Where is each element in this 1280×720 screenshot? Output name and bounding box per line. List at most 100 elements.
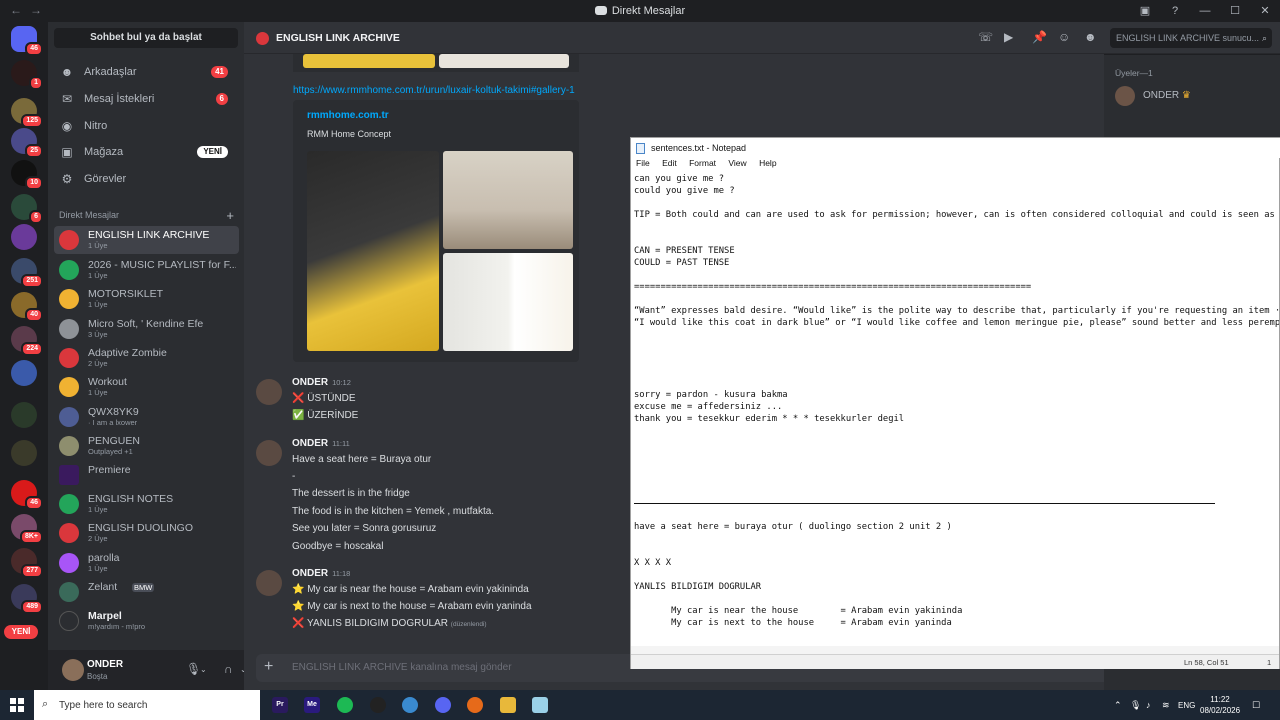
dm-item[interactable]: Adaptive Zombie 2 Üye: [54, 344, 239, 372]
nav-nitro[interactable]: ◉ Nitro: [56, 114, 238, 138]
dm-item[interactable]: Premiere: [54, 461, 239, 489]
avatar[interactable]: [256, 440, 282, 466]
embed-provider[interactable]: rmmhome.com.tr: [307, 110, 389, 121]
server-icon[interactable]: 25: [11, 128, 43, 158]
group-avatar: [59, 348, 79, 368]
member-list-icon[interactable]: ☻: [1084, 30, 1097, 44]
server-icon[interactable]: 224: [11, 326, 43, 356]
nav-friends[interactable]: ☻ Arkadaşlar 41: [56, 60, 238, 84]
nav-message-requests[interactable]: ✉ Mesaj İstekleri 6: [56, 87, 238, 111]
server-icon[interactable]: 125: [11, 98, 43, 128]
dm-item[interactable]: Micro Soft, ' Kendine Efe 3 Üye: [54, 315, 239, 343]
message-link[interactable]: https://www.rmmhome.com.tr/urun/luxair-k…: [293, 85, 575, 96]
chevron-down-icon[interactable]: ⌄: [200, 665, 207, 674]
headphones-icon[interactable]: ∩: [224, 662, 233, 676]
server-icon[interactable]: 10: [11, 160, 43, 190]
find-conversation-button[interactable]: Sohbet bul ya da başlat: [54, 28, 238, 48]
menu-help[interactable]: Help: [759, 158, 776, 168]
embed-image[interactable]: [307, 151, 439, 351]
avatar[interactable]: [1115, 86, 1135, 106]
spotify-app-icon[interactable]: [337, 697, 353, 713]
notepad-app-icon[interactable]: [532, 697, 548, 713]
dm-item[interactable]: parolla 1 Üye: [54, 549, 239, 577]
dm-item[interactable]: Zelant BMW: [54, 578, 239, 606]
dm-item[interactable]: Workout 1 Üye: [54, 373, 239, 401]
bot-avatar: [59, 611, 79, 631]
media-encoder-app-icon[interactable]: Me: [304, 697, 320, 713]
notepad-text-area[interactable]: can you give me ? could you give me ? TIP …: [631, 172, 1279, 646]
premiere-icon: [59, 465, 79, 485]
server-icon[interactable]: 6: [11, 194, 43, 224]
help-icon[interactable]: ?: [1160, 0, 1190, 22]
nav-quests[interactable]: ⚙ Görevler: [56, 167, 238, 191]
avatar[interactable]: [256, 379, 282, 405]
taskbar-search-input[interactable]: ⌕ Type here to search: [34, 690, 260, 720]
dm-item[interactable]: ENGLISH LINK ARCHIVE 1 Üye: [54, 226, 239, 254]
notepad-title-bar[interactable]: sentences.txt - Notepad: [631, 138, 1280, 158]
server-icon[interactable]: 40: [11, 292, 43, 322]
obs-app-icon[interactable]: [370, 697, 386, 713]
discord-app-icon[interactable]: [435, 697, 451, 713]
dm-item[interactable]: PENGUEN Outplayed +1: [54, 432, 239, 460]
dm-item[interactable]: Marpel m!yardım - m!pro: [54, 607, 239, 635]
microphone-icon[interactable]: 🎙: [1130, 700, 1141, 711]
menu-format[interactable]: Format: [689, 158, 716, 168]
search-icon: ⌕: [1261, 33, 1267, 43]
horizontal-scrollbar[interactable]: [631, 646, 1279, 654]
server-icon[interactable]: 1: [11, 60, 43, 90]
close-button[interactable]: ✕: [1250, 0, 1280, 22]
firefox-app-icon[interactable]: [467, 697, 483, 713]
microphone-icon[interactable]: 🎙: [186, 662, 201, 676]
file-explorer-app-icon[interactable]: [500, 697, 516, 713]
embed-image[interactable]: [439, 54, 569, 68]
server-icon[interactable]: 46: [11, 480, 43, 510]
server-icon[interactable]: [11, 440, 37, 466]
chat-header: ENGLISH LINK ARCHIVE ☏ ▶ 📌 ☺ ☻ ENGLISH L…: [244, 22, 1280, 54]
search-input[interactable]: ENGLISH LINK ARCHIVE sunucu... ⌕: [1110, 28, 1272, 48]
attach-plus-icon[interactable]: +: [264, 658, 273, 676]
server-icon[interactable]: 489: [11, 584, 43, 614]
dm-item[interactable]: 2026 - MUSIC PLAYLIST for F... 1 Üye: [54, 256, 239, 284]
dm-item[interactable]: ENGLISH NOTES 1 Üye: [54, 490, 239, 518]
video-call-icon[interactable]: ▶: [1004, 30, 1013, 44]
dm-item[interactable]: ENGLISH DUOLINGO 2 Üye: [54, 519, 239, 547]
menu-file[interactable]: File: [636, 158, 650, 168]
minimize-button[interactable]: —: [1190, 0, 1220, 22]
dm-item[interactable]: QWX8YK9 · I am a lxower: [54, 403, 239, 431]
nav-shop[interactable]: ▣ Mağaza YENİ: [56, 140, 238, 164]
server-icon[interactable]: 251: [11, 258, 43, 288]
taskbar-clock[interactable]: 11:22 08/02/2026: [1200, 694, 1240, 716]
avatar[interactable]: [62, 659, 84, 681]
dm-item[interactable]: MOTORSIKLET 1 Üye: [54, 285, 239, 313]
embed-image[interactable]: [443, 151, 573, 249]
create-dm-icon[interactable]: +: [226, 208, 234, 223]
server-icon[interactable]: [11, 402, 37, 428]
language-indicator[interactable]: ENG: [1178, 701, 1195, 710]
browser-app-icon[interactable]: [402, 697, 418, 713]
windows-start-icon[interactable]: [10, 698, 24, 712]
add-member-icon[interactable]: ☺: [1058, 30, 1070, 44]
avatar[interactable]: [256, 570, 282, 596]
tray-chevron-up-icon[interactable]: ⌃: [1114, 700, 1122, 711]
menu-edit[interactable]: Edit: [662, 158, 677, 168]
voice-call-icon[interactable]: ☏: [978, 30, 993, 44]
server-icon[interactable]: 8K+: [11, 514, 43, 544]
menu-view[interactable]: View: [728, 158, 746, 168]
server-icon[interactable]: 277: [11, 548, 43, 578]
pin-icon[interactable]: 📌: [1032, 30, 1047, 44]
server-icon[interactable]: [11, 224, 37, 250]
notifications-icon[interactable]: ☐: [1252, 700, 1260, 711]
maximize-button[interactable]: ☐: [1220, 0, 1250, 22]
wifi-icon[interactable]: ≋: [1162, 700, 1170, 711]
home-button[interactable]: 46: [11, 26, 43, 56]
premiere-app-icon[interactable]: Pr: [272, 697, 288, 713]
new-unreads-badge[interactable]: YENİ: [4, 625, 38, 639]
embed-image[interactable]: [303, 54, 435, 68]
embed-image[interactable]: [443, 253, 573, 351]
speaker-icon[interactable]: ♪: [1146, 700, 1151, 710]
server-icon[interactable]: [11, 360, 37, 386]
group-avatar: [59, 377, 79, 397]
member-name[interactable]: ONDER ♛: [1143, 90, 1191, 101]
screen-share-icon[interactable]: ▣: [1130, 0, 1160, 22]
notepad-line: YANLIS BILDIGIM DOGRULAR: [634, 582, 762, 592]
